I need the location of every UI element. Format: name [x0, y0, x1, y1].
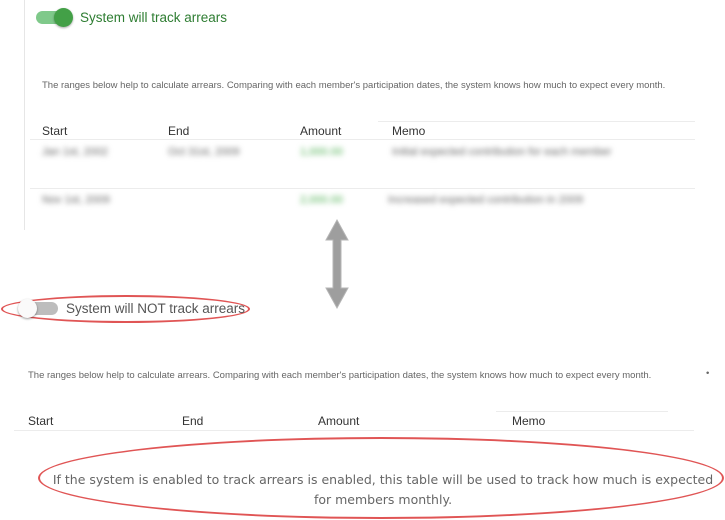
- table-row-2-amount: 2,000.00: [300, 194, 343, 206]
- double-headed-vertical-arrow-icon: [325, 218, 349, 310]
- toggle-off-label: System will NOT track arrears: [66, 301, 246, 316]
- bottom-bullet: •: [706, 368, 710, 379]
- bottom-col-end: End: [182, 414, 204, 428]
- top-help-text: The ranges below help to calculate arrea…: [42, 80, 666, 91]
- top-col-amount: Amount: [300, 124, 342, 138]
- top-col-memo: Memo: [392, 124, 426, 138]
- track-arrears-toggle-on[interactable]: [36, 8, 73, 27]
- bottom-col-start: Start: [28, 414, 54, 428]
- top-col-start: Start: [42, 124, 68, 138]
- table-row-divider: [30, 188, 695, 189]
- table-row-1-end: Oct 31st, 2009: [168, 146, 240, 158]
- top-col-end: End: [168, 124, 190, 138]
- toggle-knob: [54, 8, 73, 27]
- top-header-divider: [378, 121, 695, 122]
- empty-table-note: If the system is enabled to track arrear…: [52, 472, 714, 507]
- table-row-2-memo: Increased expected contribution in 2009: [388, 194, 584, 206]
- bottom-help-text: The ranges below help to calculate arrea…: [28, 370, 652, 381]
- top-header-rule: [30, 139, 695, 140]
- track-arrears-toggle-off[interactable]: [18, 299, 58, 318]
- top-panel-border: [24, 0, 25, 230]
- table-row-1-memo: Initial expected contribution for each m…: [392, 146, 612, 158]
- bottom-header-rule: [14, 430, 694, 431]
- bottom-header-divider: [496, 411, 668, 412]
- table-row-1-start: Jan 1st, 2002: [42, 146, 109, 158]
- table-row-1-amount: 1,000.00: [300, 146, 343, 158]
- toggle-on-label: System will track arrears: [80, 10, 228, 25]
- bottom-col-memo: Memo: [512, 414, 546, 428]
- toggle-knob: [18, 299, 37, 318]
- bottom-col-amount: Amount: [318, 414, 360, 428]
- table-row-2-start: Nov 1st, 2009: [42, 194, 110, 206]
